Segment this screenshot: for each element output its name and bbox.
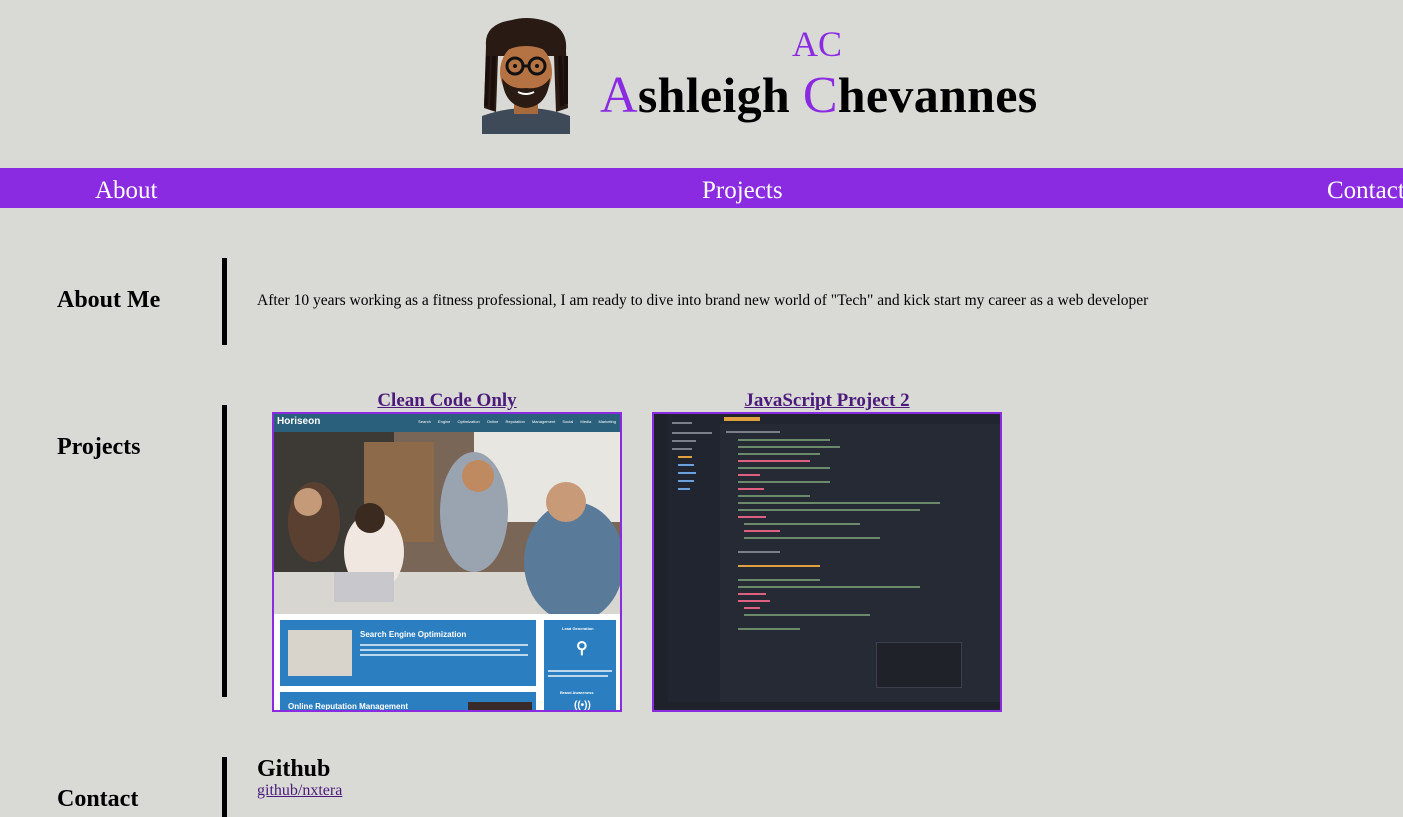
editor-file-explorer xyxy=(668,414,720,710)
project-1-title-link[interactable]: Clean Code Only xyxy=(272,390,622,412)
last-name-rest: hevannes xyxy=(837,67,1038,123)
nav-projects-link[interactable]: Projects xyxy=(702,168,783,208)
projects-divider xyxy=(222,405,227,697)
site-header: AC Ashleigh Chevannes xyxy=(0,0,1403,168)
horiseon-sidebar: Lead Generation ⚲ Brand Awareness ((•)) xyxy=(544,620,616,711)
contact-heading: Contact xyxy=(57,786,139,812)
about-text: After 10 years working as a fitness prof… xyxy=(257,292,1149,309)
horiseon-card-seo: Search Engine Optimization xyxy=(280,620,536,686)
last-initial: C xyxy=(802,67,838,124)
project-card-2: JavaScript Project 2 xyxy=(652,390,1002,712)
github-link[interactable]: github/nxtera xyxy=(257,782,342,800)
avatar xyxy=(472,16,580,134)
monogram: AC xyxy=(791,24,842,64)
editor-suggestion-popup xyxy=(876,642,962,688)
project-2-screenshot[interactable] xyxy=(652,412,1002,712)
editor-activity-bar xyxy=(654,414,668,710)
github-heading: Github xyxy=(257,756,331,782)
horiseon-body: Search Engine Optimization Online Reputa… xyxy=(274,614,620,711)
horiseon-side-brand: Brand Awareness xyxy=(560,690,594,695)
first-initial: A xyxy=(600,67,638,124)
lightbulb-icon: ⚲ xyxy=(576,640,588,657)
horiseon-header: Horiseon Search Engine Optimization Onli… xyxy=(274,414,620,432)
horiseon-card-orm-title: Online Reputation Management xyxy=(288,702,409,711)
site-title: Ashleigh Chevannes xyxy=(600,66,1037,125)
horiseon-card-seo-title: Search Engine Optimization xyxy=(360,630,467,639)
main-nav: About Projects Contact xyxy=(0,168,1403,208)
about-divider xyxy=(222,258,227,345)
about-heading: About Me xyxy=(57,287,161,313)
horiseon-hero-image xyxy=(274,432,620,614)
project-card-1: Clean Code Only Horiseon Search Engine O… xyxy=(272,390,622,712)
nav-contact-link[interactable]: Contact xyxy=(1327,168,1403,208)
first-name-rest: shleigh xyxy=(637,67,803,123)
contact-divider xyxy=(222,757,227,817)
horiseon-card-orm: Online Reputation Management xyxy=(280,692,536,711)
nav-about-link[interactable]: About xyxy=(95,168,158,208)
code-editor-screenshot xyxy=(654,414,1000,710)
project-1-screenshot[interactable]: Horiseon Search Engine Optimization Onli… xyxy=(272,412,622,712)
horiseon-nav: Search Engine Optimization Online Reputa… xyxy=(418,419,616,424)
broadcast-icon: ((•)) xyxy=(574,700,591,711)
project-2-title-link[interactable]: JavaScript Project 2 xyxy=(652,390,1002,412)
horiseon-side-lead: Lead Generation xyxy=(562,626,594,631)
projects-heading: Projects xyxy=(57,434,141,460)
horiseon-logo: Horiseon xyxy=(277,416,321,427)
editor-status-bar xyxy=(654,702,1000,710)
